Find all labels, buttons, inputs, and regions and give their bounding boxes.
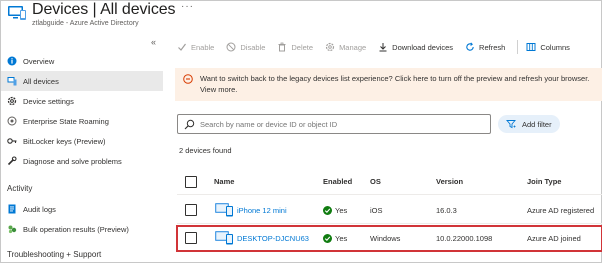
enable-label: Enable bbox=[191, 42, 215, 52]
block-icon bbox=[226, 42, 236, 52]
column-header-os[interactable]: OS bbox=[370, 177, 381, 186]
roaming-icon bbox=[7, 116, 17, 126]
column-header-enabled[interactable]: Enabled bbox=[323, 177, 352, 186]
disable-button[interactable]: Disable bbox=[226, 42, 265, 52]
audit-log-icon bbox=[7, 204, 17, 214]
columns-button[interactable]: Columns bbox=[526, 42, 570, 52]
sidebar-item-diagnose-solve[interactable]: Diagnose and solve problems bbox=[1, 151, 163, 171]
sidebar-item-label: Audit logs bbox=[23, 204, 56, 214]
legacy-experience-banner[interactable]: Want to switch back to the legacy device… bbox=[175, 68, 602, 101]
filter-icon bbox=[506, 119, 516, 129]
column-header-name[interactable]: Name bbox=[214, 177, 234, 186]
device-name-link[interactable]: iPhone 12 mini bbox=[237, 206, 287, 215]
enabled-value: Yes bbox=[335, 206, 348, 215]
devices-icon bbox=[7, 76, 17, 86]
search-icon bbox=[184, 119, 195, 130]
delete-button[interactable]: Delete bbox=[277, 42, 313, 52]
sidebar-item-label: Overview bbox=[23, 56, 55, 66]
highlighted-row-outline bbox=[176, 225, 602, 252]
search-input[interactable] bbox=[200, 117, 486, 131]
portal-frame: Devices | All devices ztlabguide - Azure… bbox=[0, 0, 602, 263]
sidebar-item-enterprise-state-roaming[interactable]: Enterprise State Roaming bbox=[1, 111, 163, 131]
os-value: iOS bbox=[370, 206, 383, 215]
sidebar-item-label: Bulk operation results (Preview) bbox=[23, 224, 129, 234]
add-filter-button[interactable]: Add filter bbox=[498, 115, 560, 133]
sidebar-item-label: BitLocker keys (Preview) bbox=[23, 136, 106, 146]
device-search-box[interactable] bbox=[177, 114, 491, 134]
enable-button[interactable]: Enable bbox=[177, 42, 214, 52]
disable-label: Disable bbox=[240, 42, 266, 52]
wrench-icon bbox=[7, 156, 17, 166]
sidebar-item-label: All devices bbox=[23, 76, 59, 86]
collapse-sidebar-button[interactable]: « bbox=[151, 37, 156, 47]
sidebar-item-bitlocker-keys[interactable]: BitLocker keys (Preview) bbox=[1, 131, 163, 151]
warning-icon bbox=[183, 74, 193, 84]
sidebar-item-audit-logs[interactable]: Audit logs bbox=[1, 199, 163, 219]
info-icon bbox=[7, 56, 17, 66]
toolbar-divider bbox=[517, 40, 519, 54]
sidebar-section-troubleshooting: Troubleshooting + Support bbox=[7, 250, 102, 259]
refresh-icon bbox=[465, 42, 475, 52]
more-options-button[interactable]: ··· bbox=[181, 1, 194, 12]
checkmark-icon bbox=[177, 42, 187, 52]
sidebar-item-label: Diagnose and solve problems bbox=[23, 156, 122, 166]
bulk-operation-icon bbox=[7, 224, 17, 234]
gear-icon bbox=[7, 96, 17, 106]
add-filter-label: Add filter bbox=[522, 119, 552, 129]
key-icon bbox=[7, 136, 17, 146]
column-header-join-type[interactable]: Join Type bbox=[527, 177, 561, 186]
header-divider bbox=[177, 194, 602, 195]
join-type-value: Azure AD registered bbox=[527, 206, 595, 215]
refresh-button[interactable]: Refresh bbox=[465, 42, 505, 52]
sidebar-item-device-settings[interactable]: Device settings bbox=[1, 91, 163, 111]
download-icon bbox=[378, 42, 388, 52]
download-devices-button[interactable]: Download devices bbox=[378, 42, 453, 52]
sidebar-item-label: Enterprise State Roaming bbox=[23, 116, 109, 126]
device-icon bbox=[214, 202, 234, 217]
sidebar-item-all-devices[interactable]: All devices bbox=[1, 71, 163, 91]
devices-icon bbox=[7, 5, 27, 21]
column-header-version[interactable]: Version bbox=[436, 177, 463, 186]
banner-message: Want to switch back to the legacy device… bbox=[200, 74, 590, 94]
columns-label: Columns bbox=[540, 42, 570, 52]
manage-label: Manage bbox=[339, 42, 367, 52]
download-label: Download devices bbox=[392, 42, 454, 52]
select-all-checkbox[interactable] bbox=[185, 176, 197, 188]
row-checkbox[interactable] bbox=[185, 204, 197, 216]
version-value: 16.0.3 bbox=[436, 206, 457, 215]
columns-icon bbox=[526, 42, 536, 52]
command-bar: Enable Disable Delete Manage Download de… bbox=[177, 39, 582, 55]
sidebar-item-overview[interactable]: Overview bbox=[1, 51, 163, 71]
delete-label: Delete bbox=[291, 42, 314, 52]
row-divider bbox=[177, 223, 602, 224]
page-title: Devices | All devices bbox=[32, 1, 176, 18]
checkmark-circle-icon bbox=[323, 206, 332, 215]
page-subtitle: ztlabguide - Azure Active Directory bbox=[32, 20, 139, 27]
trash-icon bbox=[277, 42, 287, 52]
sidebar-item-bulk-operation-results[interactable]: Bulk operation results (Preview) bbox=[1, 219, 163, 239]
sidebar-section-activity: Activity bbox=[7, 184, 33, 193]
manage-button[interactable]: Manage bbox=[325, 42, 366, 52]
refresh-label: Refresh bbox=[479, 42, 506, 52]
gear-icon bbox=[325, 42, 335, 52]
result-count: 2 devices found bbox=[179, 146, 232, 155]
sidebar-item-label: Device settings bbox=[23, 96, 74, 106]
